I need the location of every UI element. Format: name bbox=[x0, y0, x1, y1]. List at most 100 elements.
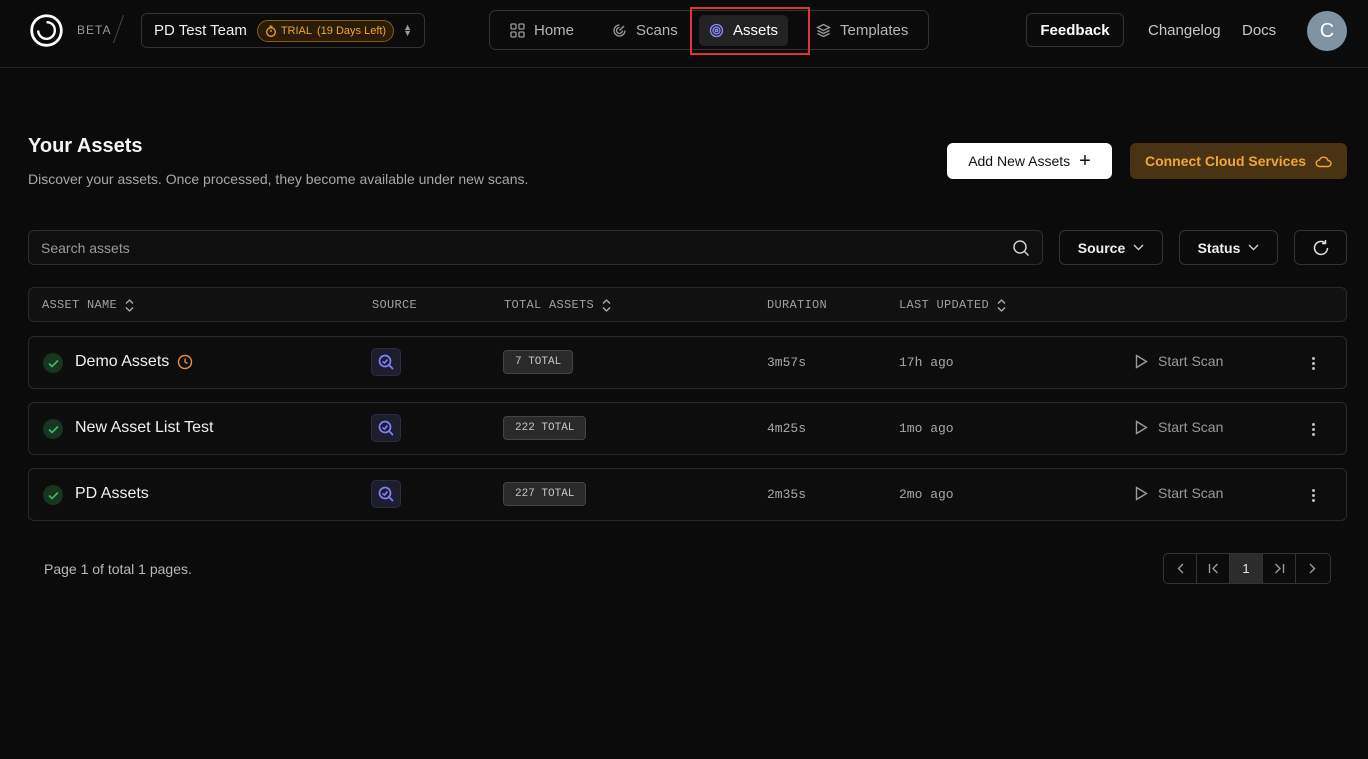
trial-days-left: (19 Days Left) bbox=[317, 24, 387, 37]
beta-label: BETA bbox=[77, 23, 112, 37]
page-number-button[interactable]: 1 bbox=[1230, 554, 1263, 583]
column-source-label: SOURCE bbox=[372, 298, 418, 312]
success-check-icon bbox=[43, 353, 63, 373]
table-row[interactable]: New Asset List Test 222 TOTAL 4m25s 1mo … bbox=[28, 402, 1347, 455]
nav-scans[interactable]: Scans bbox=[602, 15, 688, 46]
docs-link[interactable]: Docs bbox=[1242, 22, 1276, 39]
column-source: SOURCE bbox=[372, 298, 417, 312]
grid-icon bbox=[510, 23, 525, 38]
status-filter-dropdown[interactable]: Status bbox=[1179, 230, 1278, 265]
chevron-last-icon bbox=[1274, 563, 1284, 574]
column-duration-label: DURATION bbox=[767, 298, 828, 312]
table-row[interactable]: Demo Assets 7 TOTAL 3m57s 17h ago Start … bbox=[28, 336, 1347, 389]
sort-icon bbox=[125, 298, 134, 312]
column-last-updated[interactable]: LAST UPDATED bbox=[899, 298, 1006, 312]
pagination-controls: 1 bbox=[1163, 553, 1331, 584]
search-input[interactable] bbox=[29, 231, 989, 264]
last-updated-value: 17h ago bbox=[899, 355, 954, 370]
duration-value: 2m35s bbox=[767, 487, 807, 502]
success-check-icon bbox=[43, 485, 63, 505]
chevron-down-icon bbox=[1133, 244, 1144, 251]
source-discovery-icon bbox=[371, 348, 401, 376]
asset-name-text: Demo Assets bbox=[75, 353, 170, 370]
column-total-assets[interactable]: TOTAL ASSETS bbox=[504, 298, 611, 312]
trial-label: TRIAL bbox=[280, 24, 313, 37]
more-options-icon[interactable] bbox=[1307, 353, 1319, 373]
clock-icon bbox=[178, 354, 193, 370]
next-page-button[interactable] bbox=[1296, 554, 1329, 583]
chevron-first-icon bbox=[1208, 563, 1218, 574]
cloud-icon bbox=[1315, 156, 1332, 167]
team-name: PD Test Team bbox=[154, 22, 247, 39]
chevron-left-icon bbox=[1177, 563, 1183, 574]
last-page-button[interactable] bbox=[1263, 554, 1296, 583]
play-icon bbox=[1135, 485, 1148, 501]
add-new-assets-label: Add New Assets bbox=[968, 153, 1071, 169]
plus-icon: + bbox=[1079, 150, 1091, 172]
total-assets-badge: 222 TOTAL bbox=[503, 416, 587, 440]
stopwatch-icon bbox=[265, 25, 276, 37]
user-avatar[interactable]: C bbox=[1307, 11, 1347, 51]
projectdiscovery-logo-icon[interactable] bbox=[28, 12, 65, 49]
total-assets-badge: 227 TOTAL bbox=[503, 482, 587, 506]
start-scan-label: Start Scan bbox=[1158, 419, 1224, 435]
play-icon bbox=[1135, 353, 1148, 369]
asset-name-text: New Asset List Test bbox=[75, 419, 214, 436]
connect-cloud-services-button[interactable]: Connect Cloud Services bbox=[1130, 143, 1347, 179]
search-box bbox=[28, 230, 1043, 265]
nav-templates[interactable]: Templates bbox=[806, 15, 918, 46]
changelog-link[interactable]: Changelog bbox=[1148, 22, 1221, 39]
column-last-updated-label: LAST UPDATED bbox=[899, 298, 990, 312]
column-total-assets-label: TOTAL ASSETS bbox=[504, 298, 595, 312]
team-selector[interactable]: PD Test Team TRIAL (19 Days Left) ▲ ▼ bbox=[141, 13, 425, 48]
duration-value: 3m57s bbox=[767, 355, 807, 370]
chevron-right-icon bbox=[1309, 563, 1316, 574]
last-updated-value: 2mo ago bbox=[899, 487, 954, 502]
column-asset-name[interactable]: ASSET NAME bbox=[42, 298, 134, 312]
top-navigation-bar: BETA PD Test Team TRIAL (19 Days Left) ▲… bbox=[0, 0, 1368, 68]
nav-home[interactable]: Home bbox=[500, 15, 584, 46]
asset-name[interactable]: Demo Assets bbox=[75, 353, 193, 371]
chevron-updown-icon: ▲ ▼ bbox=[403, 22, 412, 38]
source-discovery-icon bbox=[371, 414, 401, 442]
asset-name[interactable]: New Asset List Test bbox=[75, 419, 213, 437]
start-scan-label: Start Scan bbox=[1158, 353, 1224, 369]
active-tab-highlight bbox=[690, 7, 810, 55]
more-options-icon[interactable] bbox=[1307, 419, 1319, 439]
nav-home-label: Home bbox=[534, 22, 575, 39]
previous-page-button[interactable] bbox=[1164, 554, 1197, 583]
page-subtitle: Discover your assets. Once processed, th… bbox=[28, 171, 529, 187]
add-new-assets-button[interactable]: Add New Assets + bbox=[947, 143, 1112, 179]
start-scan-button[interactable]: Start Scan bbox=[1135, 419, 1223, 435]
breadcrumb-divider bbox=[112, 14, 125, 44]
search-icon[interactable] bbox=[1012, 239, 1030, 257]
source-filter-dropdown[interactable]: Source bbox=[1059, 230, 1163, 265]
chevron-down-icon bbox=[1248, 244, 1259, 251]
connect-cloud-label: Connect Cloud Services bbox=[1144, 153, 1307, 169]
start-scan-button[interactable]: Start Scan bbox=[1135, 353, 1223, 369]
asset-name-text: PD Assets bbox=[75, 485, 149, 502]
source-discovery-icon bbox=[371, 480, 401, 508]
play-icon bbox=[1135, 419, 1148, 435]
more-options-icon[interactable] bbox=[1307, 485, 1319, 505]
status-filter-label: Status bbox=[1197, 239, 1241, 256]
first-page-button[interactable] bbox=[1197, 554, 1230, 583]
column-asset-name-label: ASSET NAME bbox=[42, 298, 118, 312]
nav-templates-label: Templates bbox=[840, 22, 909, 39]
asset-name[interactable]: PD Assets bbox=[75, 485, 149, 503]
column-duration: DURATION bbox=[767, 298, 827, 312]
radar-icon bbox=[613, 24, 626, 37]
table-header: ASSET NAME SOURCE TOTAL ASSETS DURATION … bbox=[28, 287, 1347, 322]
sort-icon bbox=[602, 298, 611, 312]
sort-icon bbox=[997, 298, 1006, 312]
duration-value: 4m25s bbox=[767, 421, 807, 436]
layers-icon bbox=[816, 23, 831, 38]
feedback-button[interactable]: Feedback bbox=[1026, 13, 1124, 47]
table-row[interactable]: PD Assets 227 TOTAL 2m35s 2mo ago Start … bbox=[28, 468, 1347, 521]
start-scan-button[interactable]: Start Scan bbox=[1135, 485, 1223, 501]
pagination-info: Page 1 of total 1 pages. bbox=[44, 561, 192, 577]
refresh-icon bbox=[1313, 239, 1328, 255]
page-title: Your Assets bbox=[28, 135, 143, 157]
last-updated-value: 1mo ago bbox=[899, 421, 954, 436]
refresh-button[interactable] bbox=[1294, 230, 1347, 265]
